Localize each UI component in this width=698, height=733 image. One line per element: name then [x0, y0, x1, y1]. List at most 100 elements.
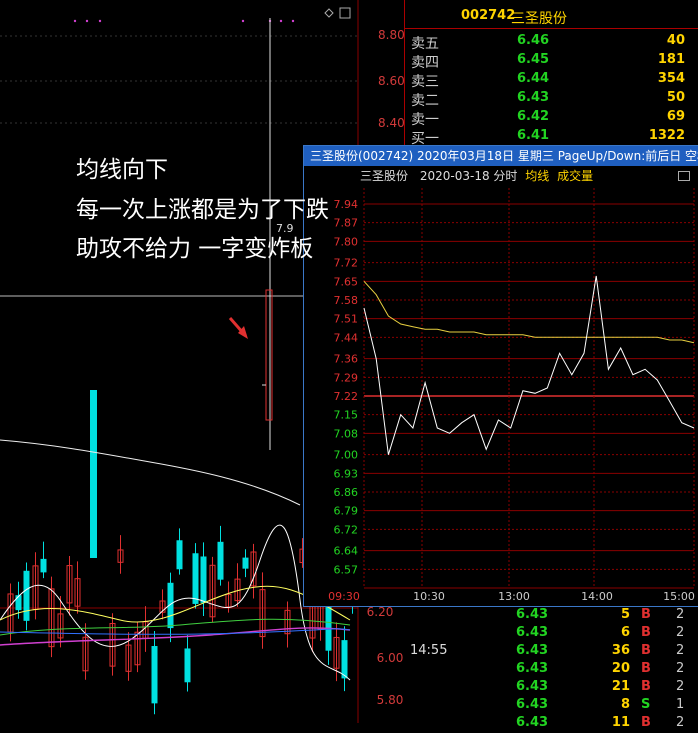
tick-price: 6.43 [516, 607, 549, 622]
order-volume: 181 [657, 52, 685, 67]
avg-price-line [363, 280, 695, 344]
y-tick-label: 7.44 [334, 331, 359, 344]
order-price: 6.41 [517, 128, 550, 143]
tick-side: B [641, 679, 651, 694]
annotation-line-1: 均线向下 [76, 157, 168, 183]
order-volume: 40 [666, 33, 685, 48]
intraday-chart: 7.94 7.87 7.80 7.72 7.65 7.58 7.51 7.44 7.36 7.29… [328, 188, 695, 603]
y-tick-label: 6.64 [334, 545, 359, 558]
tick-count: 2 [676, 643, 685, 658]
tick-price: 6.43 [516, 661, 549, 676]
annotation-line-2: 每一次上涨都是为了下跌 [76, 197, 329, 223]
y-tick-label: 7.22 [334, 390, 359, 403]
y-tick-label: 7.29 [334, 371, 359, 384]
tick-side: B [641, 661, 651, 676]
y-tick-label: 6.86 [334, 486, 359, 499]
tick-side: B [641, 643, 651, 658]
price-line [363, 275, 695, 455]
order-price: 6.42 [517, 109, 550, 124]
popup-date: 2020-03-18 分时 [419, 169, 518, 183]
order-price: 6.43 [517, 90, 550, 105]
annotation-line-3: 助攻不给力 一字变炸板 [76, 236, 314, 262]
y-tick-label: 7.08 [334, 427, 359, 440]
order-row: 卖四 6.45 181 [405, 52, 698, 71]
order-volume: 354 [657, 71, 685, 86]
y-tick-label: 6.57 [334, 563, 359, 576]
tick-volume: 5 [620, 607, 630, 622]
tick-row: 6.43 11 B 2 [404, 715, 698, 733]
order-label: 卖五 [411, 36, 439, 52]
order-label: 卖四 [411, 55, 439, 71]
x-tick-label: 15:00 [663, 590, 695, 603]
order-label: 卖三 [411, 74, 439, 90]
tick-count: 2 [676, 679, 685, 694]
order-price: 6.46 [517, 33, 550, 48]
tick-volume: 20 [611, 661, 630, 676]
axis-tick: 8.80 [378, 28, 405, 42]
y-tick-label: 7.00 [334, 449, 359, 462]
y-tick-label: 7.80 [334, 235, 359, 248]
tick-row: 6.43 6 B 2 [404, 625, 698, 643]
tick-count: 1 [676, 697, 685, 712]
order-volume: 1322 [648, 128, 685, 143]
y-tick-label: 7.87 [334, 217, 359, 230]
legend-avg: 均线 [525, 169, 550, 183]
tick-volume: 21 [611, 679, 630, 694]
y-tick-label: 7.36 [334, 353, 359, 366]
x-tick-label: 13:00 [498, 590, 530, 603]
collapse-icon[interactable] [678, 171, 690, 181]
order-price: 6.45 [517, 52, 550, 67]
stock-name: 三圣股份 [511, 11, 567, 27]
tick-price: 6.43 [516, 625, 549, 640]
axis-tick: 8.40 [378, 116, 405, 130]
tick-row: 6.43 5 B 2 [404, 607, 698, 625]
tick-volume: 36 [611, 643, 630, 658]
tick-price: 6.43 [516, 643, 549, 658]
popup-title-bar[interactable]: 三圣股份(002742) 2020年03月18日 星期三 PageUp/Down… [304, 146, 698, 166]
order-row: 卖五 6.46 40 [405, 33, 698, 52]
y-tick-label: 7.51 [334, 313, 359, 326]
tick-side: B [641, 625, 651, 640]
intraday-popup[interactable]: 三圣股份(002742) 2020年03月18日 星期三 PageUp/Down… [303, 145, 698, 607]
y-tick-label: 7.94 [334, 198, 359, 211]
tick-price: 6.43 [516, 697, 549, 712]
tick-side: B [641, 607, 651, 622]
y-tick-label: 7.65 [334, 275, 359, 288]
svg-text:6.20: 6.20 [367, 605, 394, 619]
axis-tick: 8.60 [378, 74, 405, 88]
tick-volume: 6 [620, 625, 630, 640]
legend-vol: 成交量 [557, 169, 594, 183]
popup-stock-name: 三圣股份 [360, 169, 409, 183]
tick-count: 2 [676, 607, 685, 622]
order-volume: 69 [666, 109, 685, 124]
order-row: 卖三 6.44 354 [405, 71, 698, 90]
x-tick-label: 14:00 [581, 590, 613, 603]
order-price: 6.44 [517, 71, 550, 86]
svg-text:6.00: 6.00 [377, 651, 404, 665]
order-label: 卖二 [411, 93, 439, 109]
tick-side: S [641, 697, 651, 712]
tick-price: 6.43 [516, 679, 549, 694]
stock-code: 002742 [461, 8, 516, 23]
popup-subheader: 三圣股份 2020-03-18 分时 均线 成交量 [304, 167, 698, 185]
tick-row: 6.43 21 B 2 [404, 679, 698, 697]
y-tick-label: 6.93 [334, 467, 359, 480]
tick-count: 2 [676, 661, 685, 676]
y-tick-label: 6.79 [334, 505, 359, 518]
order-volume: 50 [666, 90, 685, 105]
x-tick-label: 10:30 [413, 590, 445, 603]
tick-row: 6.43 20 B 2 [404, 661, 698, 679]
y-tick-label: 7.58 [334, 294, 359, 307]
y-tick-label: 6.72 [334, 523, 359, 536]
tick-count: 2 [676, 625, 685, 640]
order-row: 卖二 6.43 50 [405, 90, 698, 109]
x-tick-label: 09:30 [328, 590, 360, 603]
tick-row: 6.43 8 S 1 [404, 697, 698, 715]
order-book: 002742 三圣股份 卖五 6.46 40 卖四 6.45 181 卖三 6.… [404, 0, 698, 150]
tick-volume: 8 [620, 697, 630, 712]
svg-text:5.80: 5.80 [377, 693, 404, 707]
y-tick-label: 7.72 [334, 257, 359, 270]
order-row: 卖一 6.42 69 [405, 109, 698, 128]
order-book-header: 002742 三圣股份 [405, 4, 698, 29]
tick-row: 6.43 36 B 2 [404, 643, 698, 661]
